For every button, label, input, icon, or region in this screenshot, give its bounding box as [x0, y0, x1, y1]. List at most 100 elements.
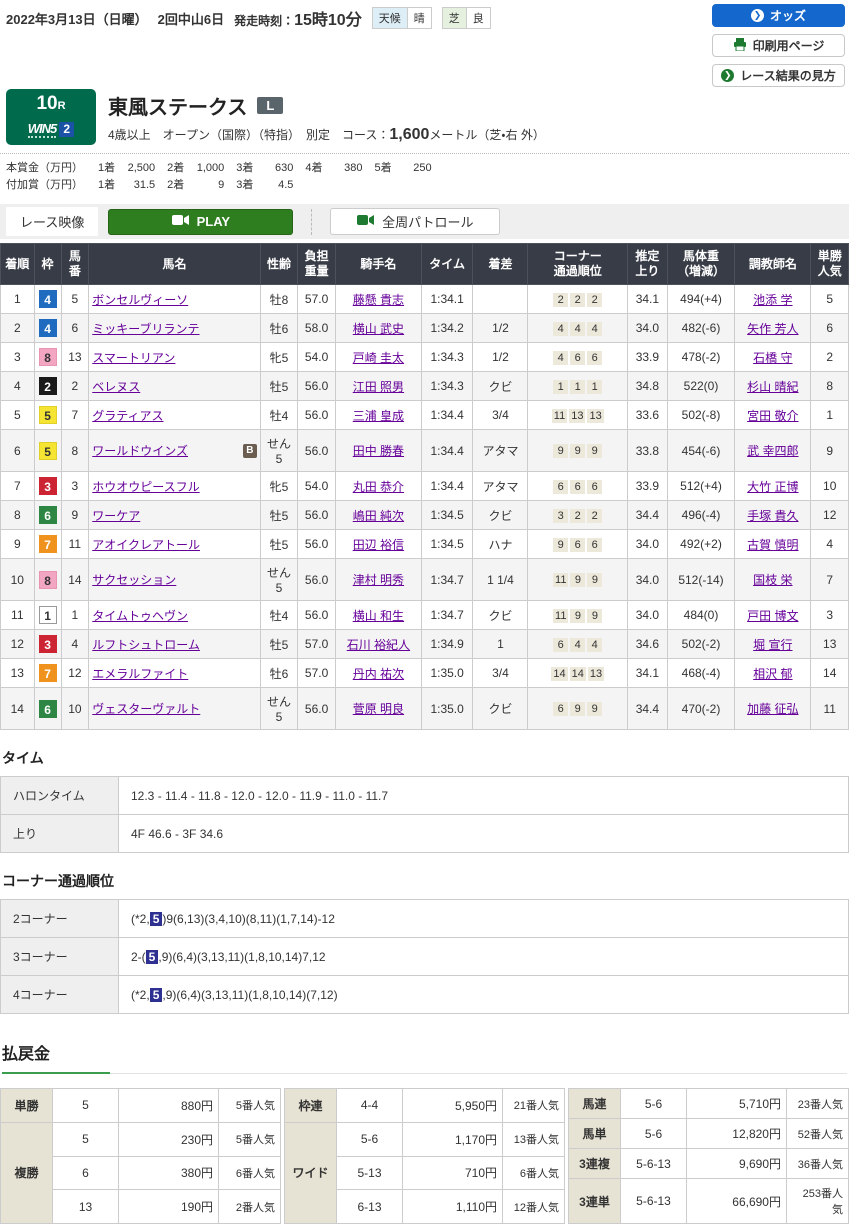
payout-popularity-cell: 12番人気 — [502, 1189, 565, 1224]
weight-cell: 56.0 — [297, 429, 336, 472]
horse-name-link[interactable]: ルフトシュトローム — [92, 636, 200, 653]
table-row: 5 5 7 グラティアス 牡4 56.0 三浦 皇成 1:34.4 3/4 11 13 13 33.6 5… — [0, 400, 849, 430]
payout-popularity-cell: 2番人気 — [218, 1189, 281, 1224]
jockey-link[interactable]: 津村 明秀 — [353, 573, 404, 587]
result-guide-button[interactable]: ❯ レース結果の見方 — [712, 64, 845, 87]
payout-amount-cell: 9,690円 — [686, 1148, 787, 1179]
corner-row-value: (*2, 5,9)(6,4)(3,13,11)(1,8,10,14)(7,12) — [118, 975, 849, 1014]
jockey-link[interactable]: 戸崎 圭太 — [353, 351, 404, 365]
popularity-cell: 4 — [810, 529, 849, 559]
corner-position: 1 — [587, 379, 603, 394]
print-button[interactable]: 印刷用ページ — [712, 34, 845, 57]
trainer-link[interactable]: 宮田 敬介 — [747, 409, 798, 423]
time-row-label: ハロンタイム — [0, 776, 119, 815]
trainer-link[interactable]: 古賀 慎明 — [747, 538, 798, 552]
popularity-cell: 14 — [810, 658, 849, 688]
horse-number-cell: 7 — [60, 400, 90, 430]
corner-pass-cell: 14 14 13 — [527, 658, 629, 688]
corner-pass-cell: 966 — [527, 529, 629, 559]
horse-name-link[interactable]: エメラルファイト — [92, 665, 188, 682]
payout-row: 単勝 5 880円 5番人気 — [0, 1088, 281, 1123]
margin-cell: 1/2 — [472, 313, 529, 343]
payout-combo-cell: 13 — [52, 1189, 119, 1224]
jockey-link[interactable]: 丹内 祐次 — [353, 667, 404, 681]
trainer-link[interactable]: 加藤 征弘 — [747, 702, 798, 716]
frame-cell: 6 — [33, 687, 62, 730]
results-header-row: 着順枠馬 番馬名 性齢 負担 重量 騎手名 タイム 着差 コーナー 通過順位 推定 上り 馬体重… — [0, 243, 849, 285]
weight-cell: 56.0 — [297, 687, 336, 730]
frame-badge: 5 — [38, 441, 57, 460]
payout-row: 3連複 5-6-13 9,690円 36番人気 — [568, 1148, 849, 1179]
jockey-link[interactable]: 横山 和生 — [353, 609, 404, 623]
frame-badge: 6 — [38, 506, 57, 524]
corner-pass-cell: 11 9 9 — [527, 600, 629, 630]
trainer-link[interactable]: 石橋 守 — [753, 351, 792, 365]
prize-place: 4着 — [305, 162, 323, 174]
jockey-link[interactable]: 田中 勝春 — [353, 444, 404, 458]
jockey-link[interactable]: 田辺 裕信 — [353, 538, 404, 552]
horse-number-cell: 14 — [60, 558, 90, 601]
horse-name-link[interactable]: ワールドウインズ — [92, 442, 188, 459]
trainer-link[interactable]: 手塚 貴久 — [747, 509, 798, 523]
corner-row-label: 3コーナー — [0, 937, 119, 976]
jockey-link[interactable]: 菅原 明良 — [353, 702, 404, 716]
sex-age-cell: せん5 — [259, 687, 299, 730]
corner-position: 6 — [570, 479, 586, 494]
corner-position: 3 — [553, 508, 569, 523]
horse-name-link[interactable]: ワーケア — [92, 507, 140, 524]
trainer-link[interactable]: 武 幸四郎 — [747, 444, 798, 458]
horse-name-link[interactable]: アオイクレアトール — [92, 536, 200, 553]
agari-cell: 34.8 — [627, 371, 668, 401]
column-header: 騎手名 — [334, 243, 422, 285]
body-weight-cell: 484(0) — [666, 600, 736, 630]
horse-name-link[interactable]: ホウオウピースフル — [92, 478, 199, 495]
horse-name-link[interactable]: グラティアス — [92, 407, 163, 424]
horse-name-link[interactable]: ミッキーブリランテ — [92, 320, 199, 337]
trainer-cell: 矢作 芳人 — [734, 313, 812, 343]
trainer-link[interactable]: 戸田 博文 — [747, 609, 798, 623]
odds-button[interactable]: ❯ オッズ — [712, 4, 845, 27]
payout-amount-cell: 710円 — [402, 1155, 503, 1191]
agari-cell: 33.6 — [627, 400, 668, 430]
column-header: 負担 重量 — [297, 243, 336, 285]
payout-amount-cell: 5,710円 — [686, 1088, 787, 1119]
patrol-video-button[interactable]: 全周パトロール — [330, 208, 501, 235]
trainer-link[interactable]: 杉山 晴紀 — [747, 380, 798, 394]
jockey-link[interactable]: 丸田 恭介 — [353, 480, 404, 494]
trainer-link[interactable]: 池添 学 — [753, 293, 792, 307]
horse-name-link[interactable]: サクセッション — [92, 571, 176, 588]
race-video-label: レース映像 — [6, 207, 99, 236]
jockey-link[interactable]: 横山 武史 — [353, 322, 404, 336]
trainer-link[interactable]: 堀 宣行 — [753, 638, 792, 652]
prize-value: 380 — [344, 162, 363, 174]
trainer-link[interactable]: 大竹 正博 — [747, 480, 798, 494]
corner-row-value: (*2, 5)9(6,13)(3,4,10)(8,11)(1,7,14)-12 — [118, 899, 849, 938]
corner-position: 4 — [570, 637, 586, 652]
jockey-link[interactable]: 嶋田 純次 — [353, 509, 404, 523]
corner-position: 4 — [587, 321, 603, 336]
jockey-link[interactable]: 石川 裕紀人 — [347, 638, 410, 652]
play-button[interactable]: PLAY — [108, 208, 294, 235]
horse-name-link[interactable]: タイムトゥヘヴン — [92, 607, 188, 624]
payout-type-cell: 馬単 — [568, 1118, 621, 1149]
jockey-link[interactable]: 藤懸 貴志 — [353, 293, 404, 307]
trainer-link[interactable]: 矢作 芳人 — [747, 322, 798, 336]
corner-pass-cell: 11 13 13 — [527, 400, 629, 430]
trainer-link[interactable]: 相沢 郁 — [753, 667, 792, 681]
horse-name-link[interactable]: スマートリアン — [92, 349, 175, 366]
jockey-link[interactable]: 江田 照男 — [353, 380, 404, 394]
horse-name-link[interactable]: ボンセルヴィーソ — [92, 291, 188, 308]
trainer-link[interactable]: 国枝 栄 — [753, 573, 792, 587]
horse-number-cell: 2 — [60, 371, 90, 401]
corner-position: 11 — [551, 408, 568, 423]
horse-number-cell: 8 — [60, 429, 90, 472]
body-weight-cell: 522(0) — [666, 371, 736, 401]
horse-name-cell: アオイクレアトール — [88, 529, 261, 559]
weight-cell: 56.0 — [297, 600, 336, 630]
weight-cell: 58.0 — [297, 313, 336, 343]
horse-name-link[interactable]: ベレヌス — [92, 378, 140, 395]
column-header: 馬体重 （増減） — [666, 243, 736, 285]
frame-cell: 8 — [33, 558, 62, 601]
jockey-link[interactable]: 三浦 皇成 — [353, 409, 404, 423]
horse-name-link[interactable]: ヴェスターヴァルト — [92, 700, 200, 717]
